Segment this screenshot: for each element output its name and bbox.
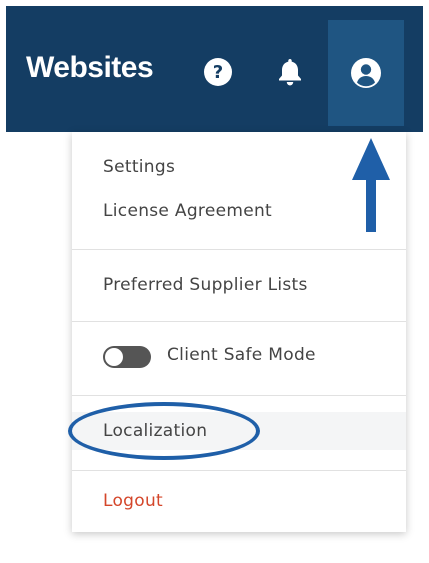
bell-icon <box>279 59 301 86</box>
user-circle-icon <box>351 58 381 88</box>
menu-item-preferred-supplier-lists[interactable]: Preferred Supplier Lists <box>72 274 406 300</box>
menu-item-settings-label: Settings <box>103 157 176 177</box>
menu-item-client-safe-mode-label: Client Safe Mode <box>167 345 316 365</box>
toggle-knob <box>105 348 123 366</box>
menu-item-client-safe-mode: Client Safe Mode <box>72 344 406 370</box>
app-header: Websites ? <box>6 6 423 132</box>
menu-divider <box>72 470 406 471</box>
arrow-up-annotation <box>352 138 390 232</box>
oval-highlight-annotation <box>68 402 260 460</box>
menu-item-logout[interactable]: Logout <box>72 490 406 516</box>
client-safe-mode-toggle[interactable] <box>103 346 151 368</box>
help-glyph: ? <box>213 62 223 83</box>
menu-item-preferred-suppliers-label: Preferred Supplier Lists <box>103 275 308 295</box>
brand-title: Websites <box>26 51 154 84</box>
help-button[interactable]: ? <box>198 52 238 92</box>
menu-divider <box>72 249 406 250</box>
notifications-button[interactable] <box>270 52 310 92</box>
menu-divider <box>72 321 406 322</box>
menu-item-license-label: License Agreement <box>103 201 273 221</box>
user-menu-button[interactable] <box>328 20 404 126</box>
menu-item-logout-label: Logout <box>103 491 164 511</box>
menu-divider <box>72 395 406 396</box>
help-circle-icon: ? <box>204 58 232 86</box>
